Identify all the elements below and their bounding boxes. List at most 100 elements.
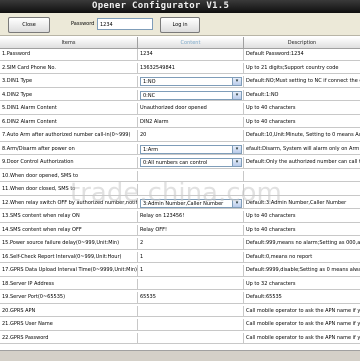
description-cell: Up to 40 characters [246,226,296,233]
content-dropdown-cell[interactable]: 1:Arm ▾ [138,143,244,155]
description-cell: Default:1:NO [246,91,279,98]
select-value: 0:All numbers can control [143,160,208,166]
description-cell: Up to 40 characters [246,105,296,111]
table-row[interactable]: 6.DIN2 Alarm Content DIN2 Alarm Up to 40 c… [0,116,360,128]
select-value: 0:NC [143,92,156,99]
chevron-down-icon[interactable]: ▾ [232,145,241,153]
column-header-items[interactable]: Items [0,37,138,49]
item-cell: 13.SMS content when relay ON [0,211,138,222]
table-row[interactable]: 12.When relay switch OFF by authorized n… [0,197,360,209]
content-cell[interactable] [138,319,244,330]
description-cell: Default:999,means no alarm;Setting as 00… [246,240,360,246]
table-row[interactable]: 9.Door Control Authorization 0:All number… [0,157,360,169]
close-button[interactable]: Close [8,17,50,33]
description-cell: Default:Only the authorized number can c… [246,159,360,165]
table-row[interactable]: 5.DIN1 Alarm Content Unauthorized door op… [0,103,360,115]
content-cell[interactable] [138,332,244,344]
content-select[interactable]: 3:Admin Number,Caller Number ▾ [140,198,242,208]
content-cell[interactable]: Unauthorized door opened [138,103,244,114]
table-row[interactable]: 4.DIN2 Type 0:NC ▾ Default:1:NO [0,89,360,101]
content-cell[interactable]: 20 [138,130,244,141]
item-cell: 1.Password [0,49,138,60]
content-cell[interactable]: 2 [138,238,244,249]
table-row[interactable]: 21.GPRS User Name Call mobile operator to… [0,319,360,331]
chevron-down-icon[interactable]: ▾ [232,78,241,85]
item-cell: 7.Auto Arm after authorized number call-… [0,130,138,141]
content-cell[interactable] [138,305,244,317]
content-cell[interactable]: 65535 [138,292,244,303]
title-bar: Opener Configurator V1.5 [0,0,360,13]
item-cell: 4.DIN2 Type [0,89,138,101]
content-cell[interactable]: 1234 [138,49,244,60]
table-row[interactable]: 11.When door closed, SMS to [0,184,360,196]
description-cell: Default:10,Unit:Minute, Setting to 0 mea… [246,132,360,138]
table-row[interactable]: 19.Server Port(0~65535) 65535 Default:6553… [0,292,360,304]
description-cell: Call mobile operator to ask the APN name… [246,321,360,327]
content-cell[interactable] [138,278,244,290]
content-cell[interactable] [138,170,244,182]
chevron-down-icon[interactable]: ▾ [232,91,241,99]
item-cell: 8.Arm/Disarm after power on [0,143,138,155]
table-row[interactable]: 13.SMS content when relay ON Relay on 123… [0,211,360,223]
content-cell[interactable]: 13632549841 [138,62,244,74]
table-row[interactable]: 14.SMS content when relay OFF Relay OFF! U… [0,224,360,236]
content-cell[interactable]: Relay on 123456! [138,211,244,222]
content-cell[interactable]: Relay OFF! [138,224,244,236]
item-cell: 11.When door closed, SMS to [0,184,138,195]
description-cell: Call mobile operator to ask the APN name… [246,307,360,314]
column-header-content[interactable]: Content [138,37,244,49]
item-cell: 15.Power source failure delay(0~999,Unit… [0,238,138,249]
item-cell: 22.GPRS Password [0,332,138,344]
table-row[interactable]: 16.Self-Check Report Interval(0~999,Unit… [0,251,360,263]
content-cell[interactable]: 1 [138,251,244,263]
table-row[interactable]: 17.GPRS Data Upload Interval Time(0~9999… [0,265,360,277]
item-cell: 18.Server IP Address [0,278,138,290]
table-row[interactable]: 20.GPRS APN Call mobile operator to ask t… [0,305,360,317]
content-select[interactable]: 1:NO ▾ [140,77,242,86]
description-cell: Default:0,means no report [246,253,313,260]
content-select[interactable]: 0:All numbers can control ▾ [140,158,242,167]
login-button[interactable]: Log in [160,17,200,33]
horizontal-scrollbar[interactable] [0,350,360,361]
chevron-down-icon[interactable]: ▾ [232,159,241,166]
table-row[interactable]: 2.SIM Card Phone No. 13632549841 Up to 21 … [0,62,360,74]
table-row[interactable]: 1.Password 1234 Default Password:1234 [0,49,360,61]
password-label: Password [71,21,95,27]
item-cell: 5.DIN1 Alarm Content [0,103,138,114]
description-cell [244,184,360,195]
table-row[interactable]: 3.DIN1 Type 1:NO ▾ Default:NO;Must setting … [0,76,360,88]
password-input[interactable]: 1234 [97,18,153,30]
content-dropdown-cell[interactable]: 1:NO ▾ [138,76,244,87]
chevron-down-icon[interactable]: ▾ [232,199,241,207]
content-select[interactable]: 1:Arm ▾ [140,144,242,154]
window-title: Opener Configurator V1.5 [92,1,230,11]
content-select[interactable]: 0:NC ▾ [140,90,242,100]
description-cell: Up to 32 characters [246,280,296,287]
select-value: 1:NO [143,79,156,85]
description-cell: Default:65535 [246,294,282,300]
table-row[interactable]: 22.GPRS Password Call mobile operator to … [0,332,360,344]
description-cell: Default:NO;Must setting to NC if connect… [246,78,360,84]
column-header-description[interactable]: Description [244,37,360,49]
content-cell[interactable] [138,184,244,195]
item-cell: 10.When door opened, SMS to [0,170,138,182]
content-dropdown-cell[interactable]: 0:NC ▾ [138,89,244,101]
table-row[interactable]: 15.Power source failure delay(0~999,Unit… [0,238,360,250]
content-cell[interactable]: DIN2 Alarm [138,116,244,128]
table-row[interactable]: 7.Auto Arm after authorized number call-… [0,130,360,142]
description-cell [244,171,360,182]
table-row[interactable]: 8.Arm/Disarm after power on 1:Arm ▾ efault:… [0,143,360,155]
description-cell: Call mobile operator to ask the APN name… [246,334,360,341]
item-cell: 21.GPRS User Name [0,319,138,330]
content-dropdown-cell[interactable]: 0:All numbers can control ▾ [138,157,244,168]
table-row[interactable]: 10.When door opened, SMS to [0,170,360,182]
description-cell: efault:Disarm, System will alarm only on… [246,145,360,152]
content-dropdown-cell[interactable]: 3:Admin Number,Caller Number ▾ [138,197,244,209]
content-cell[interactable]: 1 [138,265,244,276]
item-cell: 16.Self-Check Report Interval(0~999,Unit… [0,251,138,263]
table-row[interactable]: 18.Server IP Address Up to 32 characters [0,278,360,290]
description-cell: Up to 21 digits;Support country code [246,64,339,71]
select-value: 3:Admin Number,Caller Number [143,200,224,207]
item-cell: 9.Door Control Authorization [0,157,138,168]
item-cell: 19.Server Port(0~65535) [0,292,138,303]
